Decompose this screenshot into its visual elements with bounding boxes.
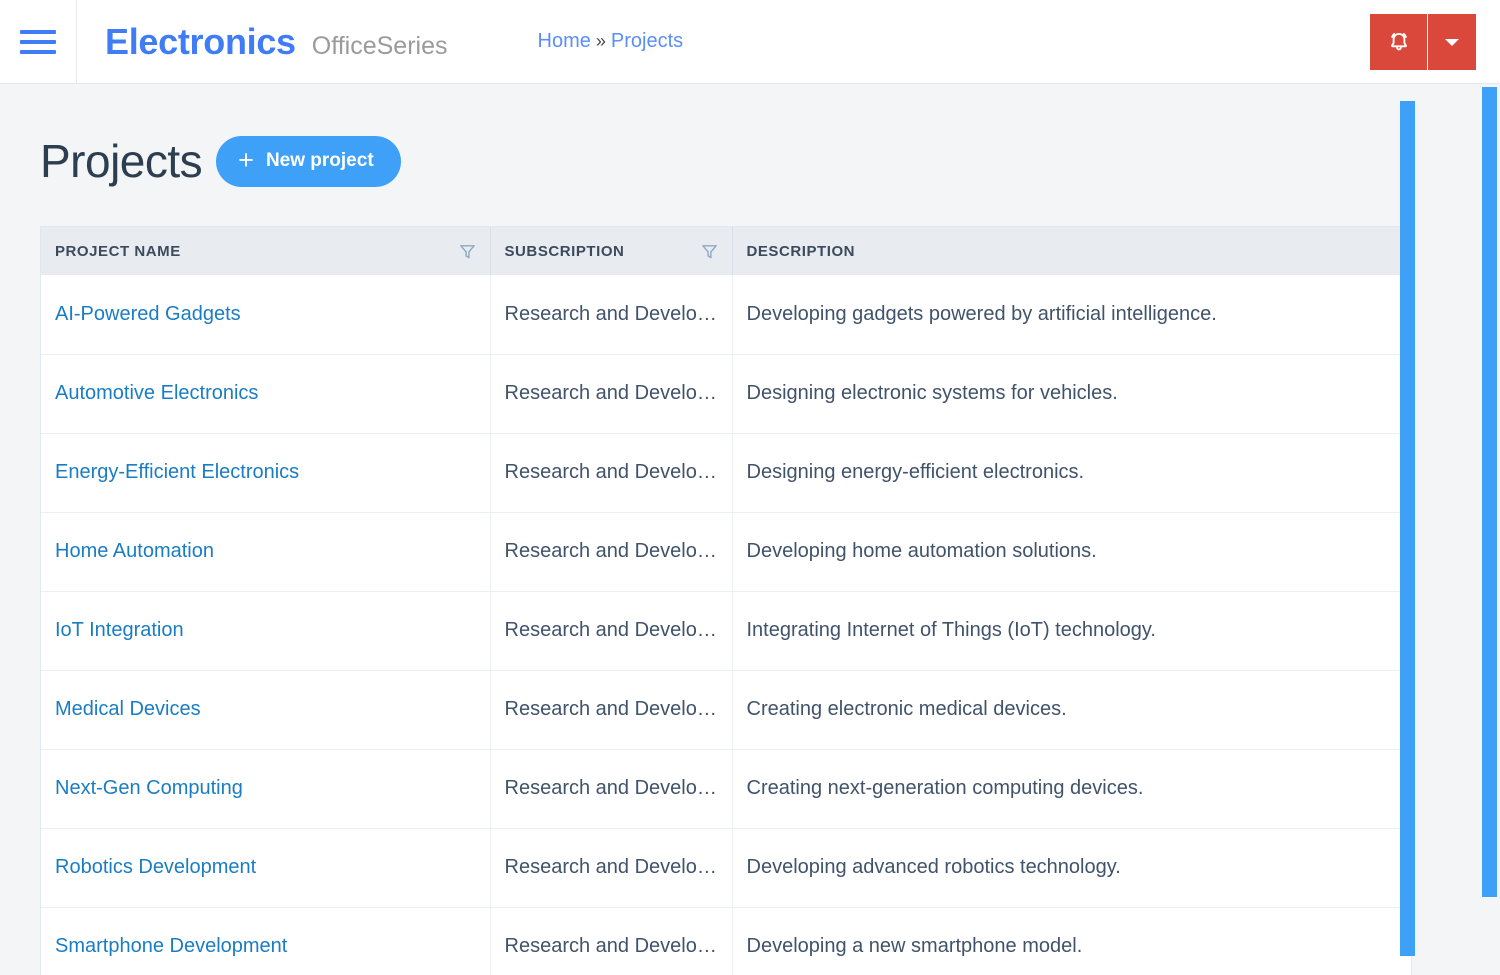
outer-scrollbar-thumb[interactable] xyxy=(1482,87,1497,897)
project-link[interactable]: Automotive Electronics xyxy=(55,382,258,404)
cell-description: Creating next-generation computing devic… xyxy=(732,748,1411,828)
inner-scrollbar-thumb[interactable] xyxy=(1400,101,1415,956)
table-row: Robotics Development Research and Develo… xyxy=(41,827,1411,907)
cell-subscription: Research and Develop… xyxy=(490,275,733,354)
hamburger-icon-bar xyxy=(20,29,56,34)
cell-project-name: Home Automation xyxy=(41,511,491,591)
projects-table: PROJECT NAME SUBSCRIPTION DESCRIPTION AI… xyxy=(41,227,1411,975)
column-header-label: PROJECT NAME xyxy=(55,242,181,260)
top-navbar: Electronics OfficeSeries Home » Projects xyxy=(0,0,1500,84)
column-header-label: DESCRIPTION xyxy=(746,242,856,260)
notifications-button[interactable] xyxy=(1370,14,1428,70)
cell-project-name: Automotive Electronics xyxy=(41,353,491,433)
page-header: Projects + New project xyxy=(40,84,1500,188)
breadcrumb-link-projects[interactable]: Projects xyxy=(611,30,683,53)
new-project-button-label: New project xyxy=(265,150,374,171)
plus-icon: + xyxy=(238,144,254,175)
cell-description: Designing electronic systems for vehicle… xyxy=(732,353,1411,433)
project-link[interactable]: IoT Integration xyxy=(55,619,184,641)
table-row: Automotive Electronics Research and Deve… xyxy=(41,353,1411,433)
breadcrumb: Home » Projects xyxy=(538,30,684,53)
table-row: Energy-Efficient Electronics Research an… xyxy=(41,432,1411,512)
brand[interactable]: Electronics OfficeSeries xyxy=(77,21,448,63)
project-link[interactable]: Energy-Efficient Electronics xyxy=(55,461,299,483)
cell-project-name: AI-Powered Gadgets xyxy=(41,275,491,354)
project-link[interactable]: Smartphone Development xyxy=(55,935,287,957)
project-link[interactable]: Next-Gen Computing xyxy=(55,777,243,799)
cell-project-name: Robotics Development xyxy=(41,827,491,907)
cell-description: Developing a new smartphone model. xyxy=(732,906,1411,975)
cell-subscription: Research and Develop… xyxy=(490,906,733,975)
cell-description: Developing home automation solutions. xyxy=(732,511,1411,591)
cell-description: Creating electronic medical devices. xyxy=(732,669,1411,749)
new-project-button[interactable]: + New project xyxy=(216,135,401,187)
cell-project-name: Energy-Efficient Electronics xyxy=(41,432,491,512)
cell-project-name: Smartphone Development xyxy=(41,906,491,975)
table-header-row: PROJECT NAME SUBSCRIPTION DESCRIPTION xyxy=(41,227,1411,275)
column-header-project-name[interactable]: PROJECT NAME xyxy=(41,227,491,275)
cell-description: Developing gadgets powered by artificial… xyxy=(746,302,1217,325)
breadcrumb-separator-icon: » xyxy=(595,31,606,51)
hamburger-icon-bar xyxy=(20,49,56,54)
cell-project-name: Medical Devices xyxy=(41,669,491,749)
table-row: IoT Integration Research and Develop… In… xyxy=(41,590,1411,670)
hamburger-menu-button[interactable] xyxy=(0,0,76,84)
column-header-label: SUBSCRIPTION xyxy=(504,242,625,260)
bell-icon xyxy=(1390,32,1407,51)
cell-subscription: Research and Develop… xyxy=(490,590,733,670)
cell-subscription: Research and Develop… xyxy=(490,669,733,749)
cell-description: Designing energy-efficient electronics. xyxy=(732,432,1411,512)
page-content: Projects + New project PROJECT NAME SUBS… xyxy=(0,84,1500,975)
navbar-dropdown-button[interactable] xyxy=(1428,14,1476,70)
page-title: Projects xyxy=(40,135,203,187)
project-link[interactable]: Home Automation xyxy=(55,540,214,562)
table-row: Next-Gen Computing Research and Develop…… xyxy=(41,748,1411,828)
chevron-down-icon xyxy=(1445,39,1459,46)
projects-table-container: PROJECT NAME SUBSCRIPTION DESCRIPTION AI… xyxy=(40,226,1412,975)
column-header-description: DESCRIPTION xyxy=(732,227,1411,275)
table-row: Home Automation Research and Develop… De… xyxy=(41,511,1411,591)
table-row: Medical Devices Research and Develop… Cr… xyxy=(41,669,1411,749)
cell-description: Developing advanced robotics technology. xyxy=(732,827,1411,907)
cell-subscription: Research and Develop… xyxy=(490,748,733,828)
table-row: Smartphone Development Research and Deve… xyxy=(41,906,1411,975)
table-header: PROJECT NAME SUBSCRIPTION DESCRIPTION xyxy=(41,227,1411,275)
project-link[interactable]: Robotics Development xyxy=(55,856,256,878)
breadcrumb-link-home[interactable]: Home xyxy=(538,30,591,53)
cell-description: Integrating Internet of Things (IoT) tec… xyxy=(732,590,1411,670)
navbar-actions xyxy=(1370,14,1476,70)
cell-subscription: Research and Develop… xyxy=(490,511,733,591)
brand-suffix: OfficeSeries xyxy=(311,31,448,60)
project-link[interactable]: Medical Devices xyxy=(55,698,201,720)
hamburger-icon-bar xyxy=(20,39,56,44)
cell-subscription: Research and Develop… xyxy=(490,432,733,512)
cell-subscription: Research and Develop… xyxy=(490,827,733,907)
column-header-subscription[interactable]: SUBSCRIPTION xyxy=(490,227,733,275)
table-body: AI-Powered Gadgets Research and Develop…… xyxy=(41,275,1411,975)
cell-project-name: Next-Gen Computing xyxy=(41,748,491,828)
cell-project-name: IoT Integration xyxy=(41,590,491,670)
filter-icon-project-name[interactable] xyxy=(459,243,476,260)
filter-icon-subscription[interactable] xyxy=(701,243,718,260)
cell-subscription: Research and Develop… xyxy=(490,353,733,433)
table-row: AI-Powered Gadgets Research and Develop…… xyxy=(41,275,1411,354)
project-link[interactable]: AI-Powered Gadgets xyxy=(55,303,241,325)
brand-title: Electronics xyxy=(105,20,296,62)
